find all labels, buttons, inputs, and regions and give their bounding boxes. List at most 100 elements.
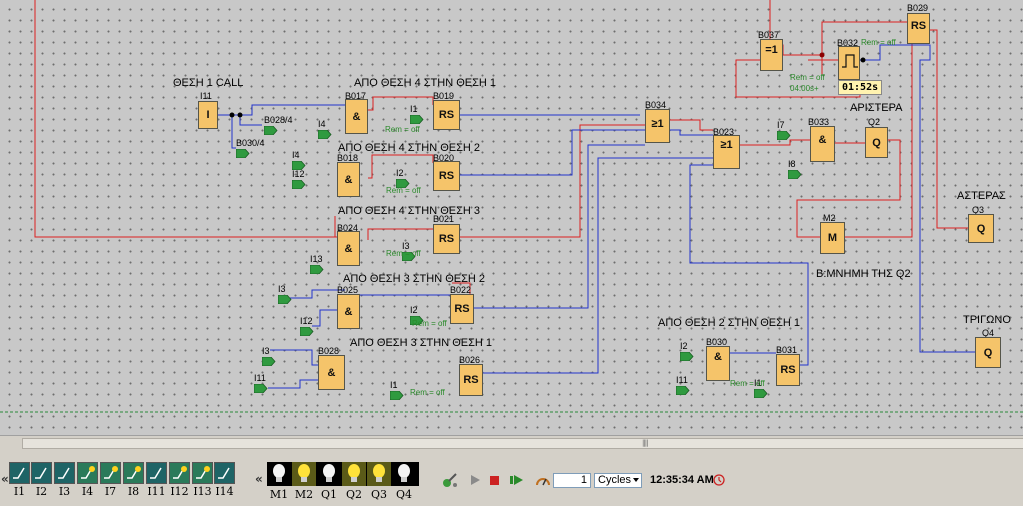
input-switch-i2[interactable]: I2 xyxy=(31,462,52,498)
input-switch-i7[interactable]: I7 xyxy=(100,462,121,498)
simulation-clock: 12:35:34 AM xyxy=(650,474,714,486)
block-symbol: RS xyxy=(438,109,455,121)
and-block-b033[interactable]: & xyxy=(810,126,835,162)
connector-flag-label: I2 xyxy=(410,305,418,315)
connector-flag-icon[interactable] xyxy=(680,352,694,361)
blue-wire xyxy=(218,104,345,116)
and-block-b025[interactable]: & xyxy=(337,294,360,329)
connector-flag-icon[interactable] xyxy=(390,391,404,400)
collapse-outputs-icon[interactable]: « xyxy=(255,472,263,486)
and-block-b017[interactable]: & xyxy=(345,99,368,134)
switch-icon xyxy=(54,462,75,484)
input-block-i11[interactable]: I xyxy=(198,101,218,129)
block-symbol: & xyxy=(818,134,827,146)
red-wire xyxy=(670,119,713,131)
rs-block-b019[interactable]: RS xyxy=(433,100,460,130)
connector-flag-icon[interactable] xyxy=(318,130,332,139)
collapse-inputs-icon[interactable]: « xyxy=(1,472,9,486)
connector-flag-icon[interactable] xyxy=(264,126,278,135)
output-block-q4[interactable]: Q xyxy=(975,337,1001,368)
connector-flag-label: I8 xyxy=(788,159,796,169)
connector-flag-label: I1 xyxy=(390,380,398,390)
connector-flag-icon[interactable] xyxy=(410,115,424,124)
and-block-b024[interactable]: & xyxy=(337,231,360,266)
input-switch-i4[interactable]: I4 xyxy=(77,462,98,498)
connector-flag-icon[interactable] xyxy=(254,384,268,393)
connector-flag-icon[interactable] xyxy=(300,327,314,336)
label-apo4-2: ΑΠΟ ΘΕΣΗ 4 ΣΤΗΝ ΘΕΣΗ 2 xyxy=(338,142,481,154)
input-switch-i11[interactable]: I11 xyxy=(146,462,167,498)
block-symbol: ≥1 xyxy=(651,118,664,130)
switch-icon xyxy=(9,462,30,484)
block-symbol: & xyxy=(714,351,722,363)
xor-block-b037[interactable]: =1 xyxy=(760,39,783,71)
output-block-q2[interactable]: Q xyxy=(865,127,888,158)
clock-icon[interactable] xyxy=(713,474,725,486)
blue-wire xyxy=(689,164,809,366)
step-icon[interactable] xyxy=(509,474,525,486)
label-trigono: ΤΡΙΓΩΝΟ xyxy=(963,314,1011,326)
or-block-b034[interactable]: ≥1 xyxy=(645,109,670,143)
connector-flag-icon[interactable] xyxy=(754,389,768,398)
input-switch-label: I3 xyxy=(58,485,71,498)
rs-block-b031[interactable]: RS xyxy=(776,354,800,386)
rem-label: Rem = off xyxy=(386,249,421,258)
input-switch-i8[interactable]: I8 xyxy=(123,462,144,498)
and-block-b030[interactable]: & xyxy=(706,346,730,381)
output-lamp-label: Q4 xyxy=(395,488,413,501)
label-aristera: ΑΡΙΣΤΕΡΑ xyxy=(850,102,903,114)
connector-flag-icon[interactable] xyxy=(292,180,306,189)
switch-icon xyxy=(31,462,52,484)
rs-block-b026[interactable]: RS xyxy=(459,364,483,396)
marker-block-m2[interactable]: M xyxy=(820,222,845,254)
wires-layer xyxy=(0,0,1023,413)
timer-block-b032[interactable] xyxy=(838,46,860,80)
block-symbol: RS xyxy=(463,374,479,386)
red-wire xyxy=(367,228,433,240)
switch-icon xyxy=(169,462,190,484)
cycles-select[interactable]: Cycles xyxy=(594,473,642,488)
bulb-icon xyxy=(273,464,285,482)
label-apo2-1: ΑΠΟ ΘΕΣΗ 2 ΣΤΗΝ ΘΕΣΗ 1 xyxy=(658,317,801,329)
speed-gauge-icon[interactable] xyxy=(535,473,551,487)
connector-flag-icon[interactable] xyxy=(788,170,802,179)
connector-flag-icon[interactable] xyxy=(777,131,791,140)
connector-flag-icon[interactable] xyxy=(278,295,292,304)
rs-block-b022[interactable]: RS xyxy=(450,294,474,324)
connector-flag-label: I7 xyxy=(777,120,785,130)
and-block-b028[interactable]: & xyxy=(318,355,345,390)
connector-flag-label: I4 xyxy=(292,150,300,160)
connector-flag-icon[interactable] xyxy=(310,265,324,274)
or-block-b023[interactable]: ≥1 xyxy=(713,135,740,169)
output-lamp-label: M1 xyxy=(269,488,289,501)
timer-param: 04:00s+ xyxy=(790,84,819,93)
connector-flag-label: I11 xyxy=(676,375,688,385)
connector-flag-label: I11 xyxy=(254,373,266,383)
input-switch-label: I11 xyxy=(147,485,166,498)
diagram-canvas[interactable]: ΘΕΣΗ 1 CALL ΑΠΟ ΘΕΣΗ 4 ΣΤΗΝ ΘΕΣΗ 1 ΑΠΟ Θ… xyxy=(0,0,1023,435)
and-block-b018[interactable]: & xyxy=(337,162,360,197)
input-switch-i14[interactable]: I14 xyxy=(214,462,235,498)
scrollbar-thumb[interactable] xyxy=(22,438,1023,449)
rs-block-b021[interactable]: RS xyxy=(433,224,460,254)
input-switch-label: I2 xyxy=(35,485,48,498)
input-switch-i1[interactable]: I1 xyxy=(9,462,30,498)
connector-flag-icon[interactable] xyxy=(676,386,690,395)
input-switch-i13[interactable]: I13 xyxy=(192,462,213,498)
input-switch-i3[interactable]: I3 xyxy=(54,462,75,498)
play-icon[interactable] xyxy=(469,474,481,486)
cycles-input[interactable]: 1 xyxy=(553,473,591,488)
connector-flag-label: I13 xyxy=(310,254,323,264)
network-connect-icon[interactable] xyxy=(441,471,459,489)
blue-wire xyxy=(239,115,262,126)
connector-flag-icon[interactable] xyxy=(262,357,276,366)
block-symbol: Q xyxy=(976,222,986,235)
input-switch-i12[interactable]: I12 xyxy=(169,462,190,498)
rem-label: Rem = off xyxy=(410,388,445,397)
connector-flag-icon[interactable] xyxy=(236,149,250,158)
stop-icon[interactable] xyxy=(489,475,500,486)
rs-block-b020[interactable]: RS xyxy=(433,161,460,191)
rs-block-b029[interactable]: RS xyxy=(907,13,930,44)
output-block-q3[interactable]: Q xyxy=(968,214,994,243)
horizontal-scrollbar[interactable]: |||| xyxy=(0,435,1023,450)
